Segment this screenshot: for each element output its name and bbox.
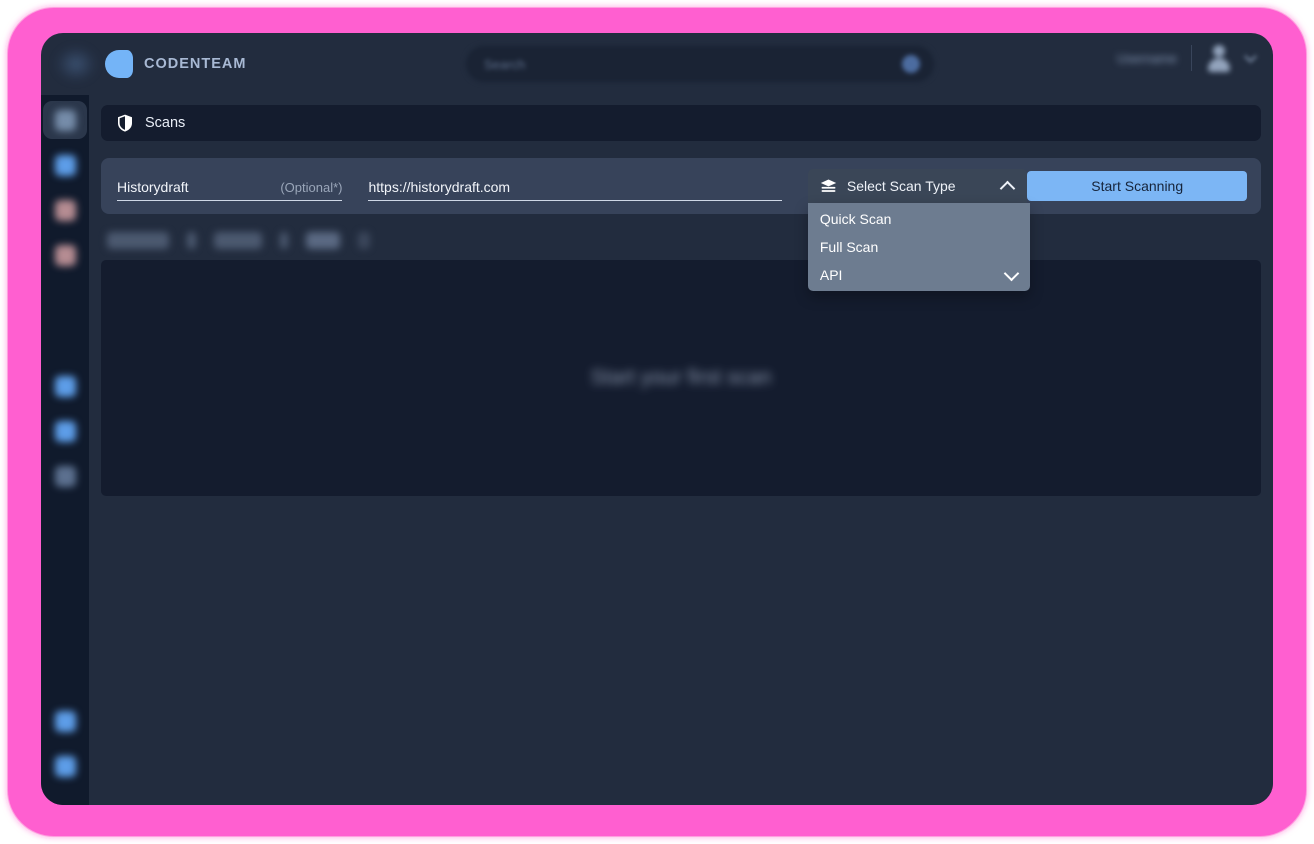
scan-type-select[interactable]: Select Scan Type Quick Scan Full Scan AP… bbox=[807, 169, 1030, 291]
plug-icon bbox=[54, 420, 76, 442]
sidebar-item-settings[interactable] bbox=[43, 702, 87, 740]
filter-date-icon[interactable] bbox=[280, 231, 288, 249]
search-placeholder: Search bbox=[484, 56, 526, 72]
option-label: API bbox=[819, 267, 843, 283]
layers-icon bbox=[820, 178, 837, 192]
user-name: Username bbox=[1117, 50, 1177, 66]
url-value: https://historydraft.com bbox=[368, 179, 511, 195]
sidebar bbox=[41, 95, 89, 805]
scan-type-option-api[interactable]: API bbox=[808, 261, 1030, 289]
sidebar-item-integrations[interactable] bbox=[43, 412, 87, 450]
search-input[interactable]: Search bbox=[465, 45, 935, 83]
empty-state-message: Start your first scan bbox=[590, 366, 772, 389]
divider bbox=[1191, 45, 1192, 71]
shield-icon bbox=[54, 154, 76, 176]
project-name-field[interactable]: Historydraft (Optional*) bbox=[117, 171, 343, 201]
project-name-optional-label: (Optional*) bbox=[280, 180, 343, 195]
filter-more-icon[interactable] bbox=[358, 231, 370, 249]
hamburger-icon[interactable] bbox=[53, 44, 99, 84]
brand-name: CODENTEAM bbox=[144, 56, 247, 72]
app-window: CODENTEAM Search Username Scans Historyd… bbox=[41, 33, 1273, 805]
scan-type-option-full-scan[interactable]: Full Scan bbox=[808, 233, 1030, 261]
url-field[interactable]: https://historydraft.com bbox=[368, 171, 782, 201]
shield-icon bbox=[118, 114, 132, 132]
user-avatar-icon[interactable] bbox=[1206, 43, 1232, 73]
chevron-down-icon[interactable] bbox=[1003, 265, 1020, 282]
project-name-value: Historydraft bbox=[117, 179, 189, 195]
sidebar-item-reports[interactable] bbox=[43, 191, 87, 229]
folder-icon bbox=[54, 244, 76, 266]
filter-toolbar[interactable] bbox=[101, 227, 1261, 253]
sidebar-item-projects[interactable] bbox=[43, 236, 87, 274]
scan-type-select-trigger[interactable]: Select Scan Type bbox=[807, 169, 1028, 203]
scan-form: Historydraft (Optional*) https://history… bbox=[101, 158, 1261, 291]
main-content: Scans Historydraft (Optional*) https://h… bbox=[89, 95, 1273, 805]
page-header: Scans bbox=[101, 105, 1261, 141]
filter-sort[interactable] bbox=[306, 231, 340, 249]
scans-empty-state: Start your first scan bbox=[101, 260, 1261, 496]
sidebar-item-analytics[interactable] bbox=[43, 367, 87, 405]
sidebar-item-dashboard[interactable] bbox=[43, 101, 87, 139]
scan-type-option-quick-scan[interactable]: Quick Scan bbox=[808, 205, 1030, 233]
users-icon bbox=[54, 465, 76, 487]
chart-icon bbox=[54, 375, 76, 397]
help-icon bbox=[54, 755, 76, 777]
gear-icon bbox=[54, 710, 76, 732]
document-icon bbox=[54, 199, 76, 221]
option-label: Quick Scan bbox=[819, 211, 892, 227]
start-scanning-button[interactable]: Start Scanning bbox=[1027, 171, 1247, 201]
chevron-down-icon[interactable] bbox=[1244, 49, 1257, 63]
filter-all-scans[interactable] bbox=[107, 231, 169, 249]
scan-type-options-list[interactable]: Quick Scan Full Scan API bbox=[807, 203, 1030, 291]
search-icon[interactable] bbox=[902, 55, 920, 73]
filter-status-icon[interactable] bbox=[187, 231, 196, 249]
user-menu[interactable]: Username bbox=[1117, 43, 1257, 73]
top-bar: CODENTEAM Search Username bbox=[41, 33, 1273, 95]
brand: CODENTEAM bbox=[105, 50, 246, 78]
scan-type-label: Select Scan Type bbox=[846, 178, 956, 194]
codenteam-logo-icon bbox=[105, 50, 133, 78]
sidebar-item-team[interactable] bbox=[43, 457, 87, 495]
sidebar-item-scans[interactable] bbox=[43, 146, 87, 184]
body: Scans Historydraft (Optional*) https://h… bbox=[41, 95, 1273, 805]
page-title: Scans bbox=[145, 115, 186, 131]
filter-status[interactable] bbox=[214, 231, 262, 249]
option-label: Full Scan bbox=[819, 239, 879, 255]
chevron-up-icon[interactable] bbox=[1000, 180, 1016, 196]
sidebar-item-help[interactable] bbox=[43, 747, 87, 785]
grid-icon bbox=[54, 109, 76, 131]
